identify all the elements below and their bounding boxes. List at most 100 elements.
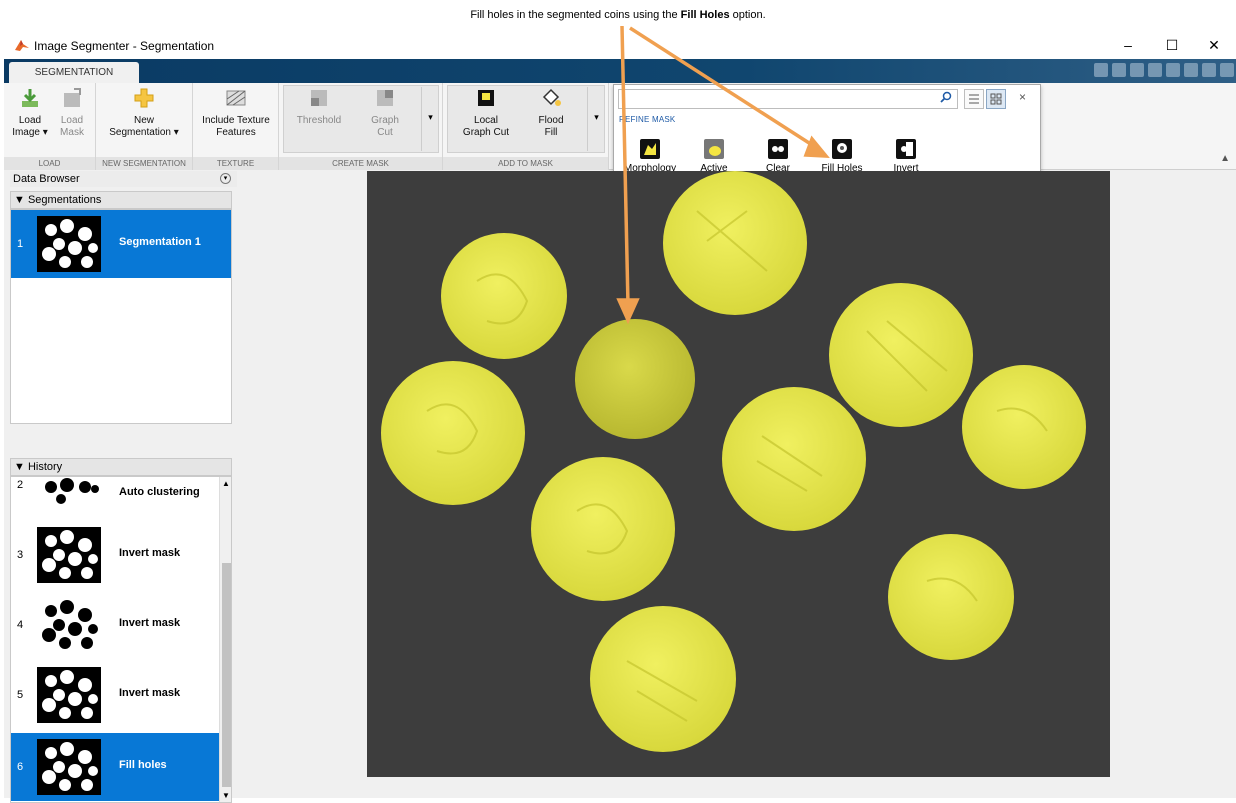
graph-cut-icon <box>377 90 393 106</box>
gallery-item-fill-holes[interactable]: Fill Holes <box>812 139 872 175</box>
segmentations-header[interactable]: ▼ Segmentations <box>10 191 232 209</box>
figure-caption: Fill holes in the segmented coins using … <box>0 0 1236 30</box>
history-label: Auto clustering <box>119 486 200 498</box>
load-image-button[interactable]: Load Image ▾ <box>8 87 52 139</box>
section-label-new-segmentation: NEW SEGMENTATION <box>96 157 192 170</box>
app-window: Image Segmenter - Segmentation – ☐ ✕ SEG… <box>4 31 1236 803</box>
flood-fill-button[interactable]: Flood Fill <box>523 87 579 139</box>
history-label: Invert mask <box>119 617 181 629</box>
help-icon[interactable] <box>1220 63 1234 77</box>
list-view-button[interactable] <box>964 89 984 109</box>
caption-prefix: Fill holes in the segmented coins using … <box>470 9 678 21</box>
data-browser-title: Data Browser <box>13 173 80 185</box>
coins-image[interactable] <box>367 171 1110 777</box>
clear-borders-icon <box>768 139 788 159</box>
history-row-selected[interactable]: 6 Fill holes <box>11 733 231 801</box>
row-number: 5 <box>17 689 24 701</box>
history-row[interactable]: 4 Invert mask <box>11 591 231 659</box>
local-graph-cut-button[interactable]: Local Graph Cut <box>453 87 519 139</box>
mask-thumbnail <box>37 216 101 272</box>
threshold-button[interactable]: Threshold <box>289 87 349 127</box>
panel-menu-icon[interactable]: ▾ <box>220 173 231 184</box>
active-contours-icon <box>704 139 724 159</box>
image-canvas-area <box>244 171 1229 796</box>
segmentations-list: 1 Segmentation 1 <box>10 209 232 424</box>
ribbon-tab-strip: SEGMENTATION <box>4 59 1236 83</box>
threshold-label: Threshold <box>296 115 342 126</box>
texture-icon <box>226 90 246 106</box>
minimize-button[interactable]: – <box>1108 35 1148 55</box>
scroll-thumb[interactable] <box>222 563 231 787</box>
coin-masks <box>381 171 1086 752</box>
history-scrollbar[interactable]: ▲ ▼ <box>219 477 231 802</box>
caption-emphasis: Fill Holes <box>680 9 730 21</box>
history-row[interactable]: 3 Invert mask <box>11 521 231 589</box>
gallery-close-icon[interactable]: × <box>1019 90 1026 104</box>
load-image-label: Load Image ▾ <box>12 115 48 138</box>
threshold-icon <box>311 90 327 106</box>
history-header[interactable]: ▼ History <box>10 458 232 476</box>
flood-fill-icon <box>542 88 561 106</box>
grid-view-button[interactable] <box>986 89 1006 109</box>
save-icon[interactable] <box>1094 63 1108 77</box>
load-mask-button[interactable]: Load Mask <box>52 87 92 139</box>
maximize-button[interactable]: ☐ <box>1152 35 1192 55</box>
row-number: 3 <box>17 549 24 561</box>
section-texture: Include Texture Features TEXTURE <box>193 83 279 170</box>
redo-icon[interactable] <box>1184 63 1198 77</box>
section-label-texture: TEXTURE <box>193 157 278 170</box>
paste-icon[interactable] <box>1148 63 1162 77</box>
tab-segmentation[interactable]: SEGMENTATION <box>9 62 139 83</box>
new-segmentation-label: New Segmentation ▾ <box>109 115 179 138</box>
cut-icon[interactable] <box>1112 63 1126 77</box>
matlab-logo-icon <box>15 40 29 51</box>
history-row[interactable]: 2 Auto clustering <box>11 477 231 511</box>
include-texture-label: Include Texture Features <box>202 115 270 138</box>
title-bar: Image Segmenter - Segmentation – ☐ ✕ <box>4 31 1236 59</box>
gallery-search-input[interactable] <box>618 89 958 109</box>
inverted-mask-thumbnail <box>37 477 101 505</box>
graph-cut-button[interactable]: Graph Cut <box>355 87 415 139</box>
load-image-icon <box>22 89 38 107</box>
row-number: 1 <box>17 238 24 250</box>
new-segmentation-button[interactable]: New Segmentation ▾ <box>100 87 188 139</box>
section-label-load: LOAD <box>4 157 95 170</box>
fill-holes-icon <box>832 139 852 159</box>
undo-icon[interactable] <box>1166 63 1180 77</box>
load-mask-icon <box>64 88 81 107</box>
history-header-label: History <box>27 461 63 473</box>
history-label: Fill holes <box>119 759 167 771</box>
include-texture-button[interactable]: Include Texture Features <box>195 87 277 139</box>
row-number: 2 <box>17 479 24 491</box>
row-number: 4 <box>17 619 24 631</box>
layout-icon[interactable] <box>1202 63 1216 77</box>
copy-icon[interactable] <box>1130 63 1144 77</box>
gallery-header: REFINE MASK <box>619 115 676 124</box>
mask-thumbnail <box>37 739 101 795</box>
collapse-triangle-icon: ▼ <box>14 461 25 473</box>
segmentation-row[interactable]: 1 Segmentation 1 <box>11 210 231 278</box>
graph-cut-label: Graph Cut <box>371 115 399 138</box>
search-icon[interactable] <box>940 91 952 103</box>
load-mask-label: Load Mask <box>60 115 84 138</box>
collapse-triangle-icon: ▼ <box>14 194 25 206</box>
data-browser-panel: Data Browser ▾ ▼ Segmentations 1 Segment… <box>10 171 237 803</box>
history-label: Invert mask <box>119 687 181 699</box>
scroll-up-icon[interactable]: ▲ <box>222 479 230 488</box>
add-to-mask-dropdown[interactable]: ▾ <box>587 87 605 151</box>
local-graph-cut-icon <box>478 90 494 106</box>
segmentation-label: Segmentation 1 <box>119 236 201 248</box>
history-label: Invert mask <box>119 547 181 559</box>
scroll-down-icon[interactable]: ▼ <box>222 791 230 800</box>
section-add-to-mask: Local Graph Cut Flood Fill ▾ ADD TO MASK <box>443 83 609 170</box>
close-button[interactable]: ✕ <box>1194 35 1234 55</box>
history-row[interactable]: 5 Invert mask <box>11 661 231 729</box>
list-view-icon <box>969 94 979 104</box>
segmentations-header-label: Segmentations <box>27 194 102 206</box>
window-title: Image Segmenter - Segmentation <box>34 39 215 53</box>
gallery-item-morphology[interactable]: Morphology <box>620 139 680 175</box>
collapse-ribbon-icon[interactable]: ▲ <box>1220 153 1230 164</box>
create-mask-dropdown[interactable]: ▾ <box>421 87 439 151</box>
caption-suffix: option. <box>732 9 766 21</box>
invert-mask-icon <box>896 139 916 159</box>
